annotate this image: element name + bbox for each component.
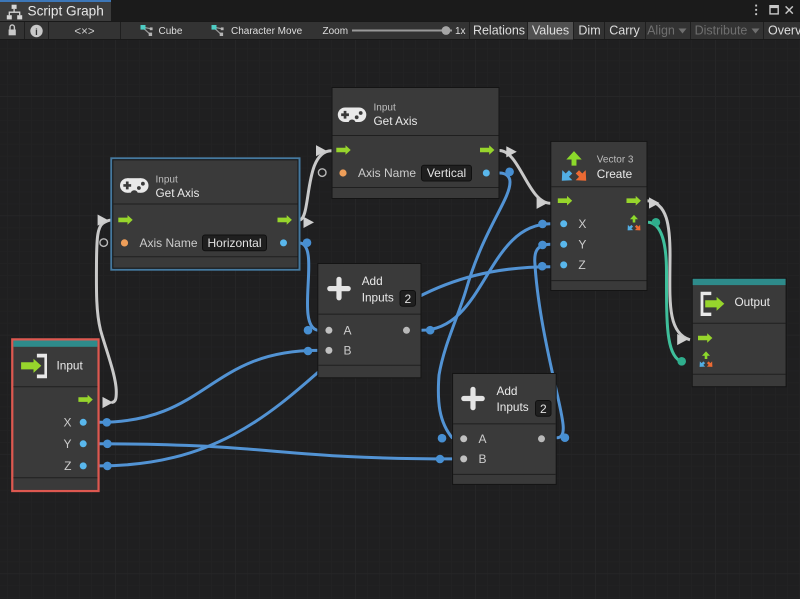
- svg-text:Zoom: Zoom: [323, 26, 349, 37]
- svg-text:A: A: [344, 324, 352, 338]
- svg-text:Character Move: Character Move: [231, 26, 303, 37]
- svg-text:Dim: Dim: [578, 24, 600, 38]
- svg-text:2: 2: [404, 292, 411, 306]
- svg-text:Create: Create: [597, 167, 633, 181]
- svg-text:Distribute: Distribute: [695, 24, 748, 38]
- svg-text:Axis Name: Axis Name: [140, 236, 198, 250]
- svg-text:Overv: Overv: [768, 24, 800, 38]
- svg-text:Horizontal: Horizontal: [207, 236, 261, 250]
- svg-text:Carry: Carry: [609, 24, 640, 38]
- svg-text:<×>: <×>: [74, 26, 94, 38]
- svg-text:X: X: [63, 416, 71, 430]
- svg-text:Add: Add: [362, 274, 383, 288]
- svg-text:Cube: Cube: [159, 26, 183, 37]
- svg-text:Script Graph: Script Graph: [28, 4, 104, 19]
- svg-text:Relations: Relations: [473, 24, 525, 38]
- svg-text:X: X: [578, 217, 586, 231]
- svg-text:2: 2: [540, 402, 547, 416]
- svg-text:Z: Z: [64, 459, 71, 473]
- svg-text:Output: Output: [735, 295, 771, 309]
- svg-text:Inputs: Inputs: [362, 290, 394, 304]
- svg-text:Inputs: Inputs: [497, 400, 529, 414]
- svg-text:Input: Input: [156, 175, 178, 186]
- svg-text:Get Axis: Get Axis: [374, 114, 418, 128]
- svg-text:Axis Name: Axis Name: [358, 166, 416, 180]
- svg-text:Add: Add: [497, 384, 518, 398]
- svg-text:Values: Values: [532, 24, 569, 38]
- svg-text:Vertical: Vertical: [427, 166, 466, 180]
- svg-text:B: B: [479, 452, 487, 466]
- svg-text:i: i: [35, 27, 38, 38]
- svg-text:Y: Y: [578, 238, 586, 252]
- svg-text:Input: Input: [57, 359, 84, 373]
- svg-text:Input: Input: [374, 103, 396, 114]
- svg-text:Get Axis: Get Axis: [156, 186, 200, 200]
- svg-text:Z: Z: [578, 258, 585, 272]
- svg-text:Y: Y: [63, 437, 71, 451]
- svg-text:B: B: [344, 344, 352, 358]
- svg-text:Align: Align: [647, 24, 675, 38]
- svg-text:1x: 1x: [455, 26, 466, 37]
- svg-text:Vector 3: Vector 3: [597, 154, 634, 165]
- svg-text:A: A: [479, 432, 487, 446]
